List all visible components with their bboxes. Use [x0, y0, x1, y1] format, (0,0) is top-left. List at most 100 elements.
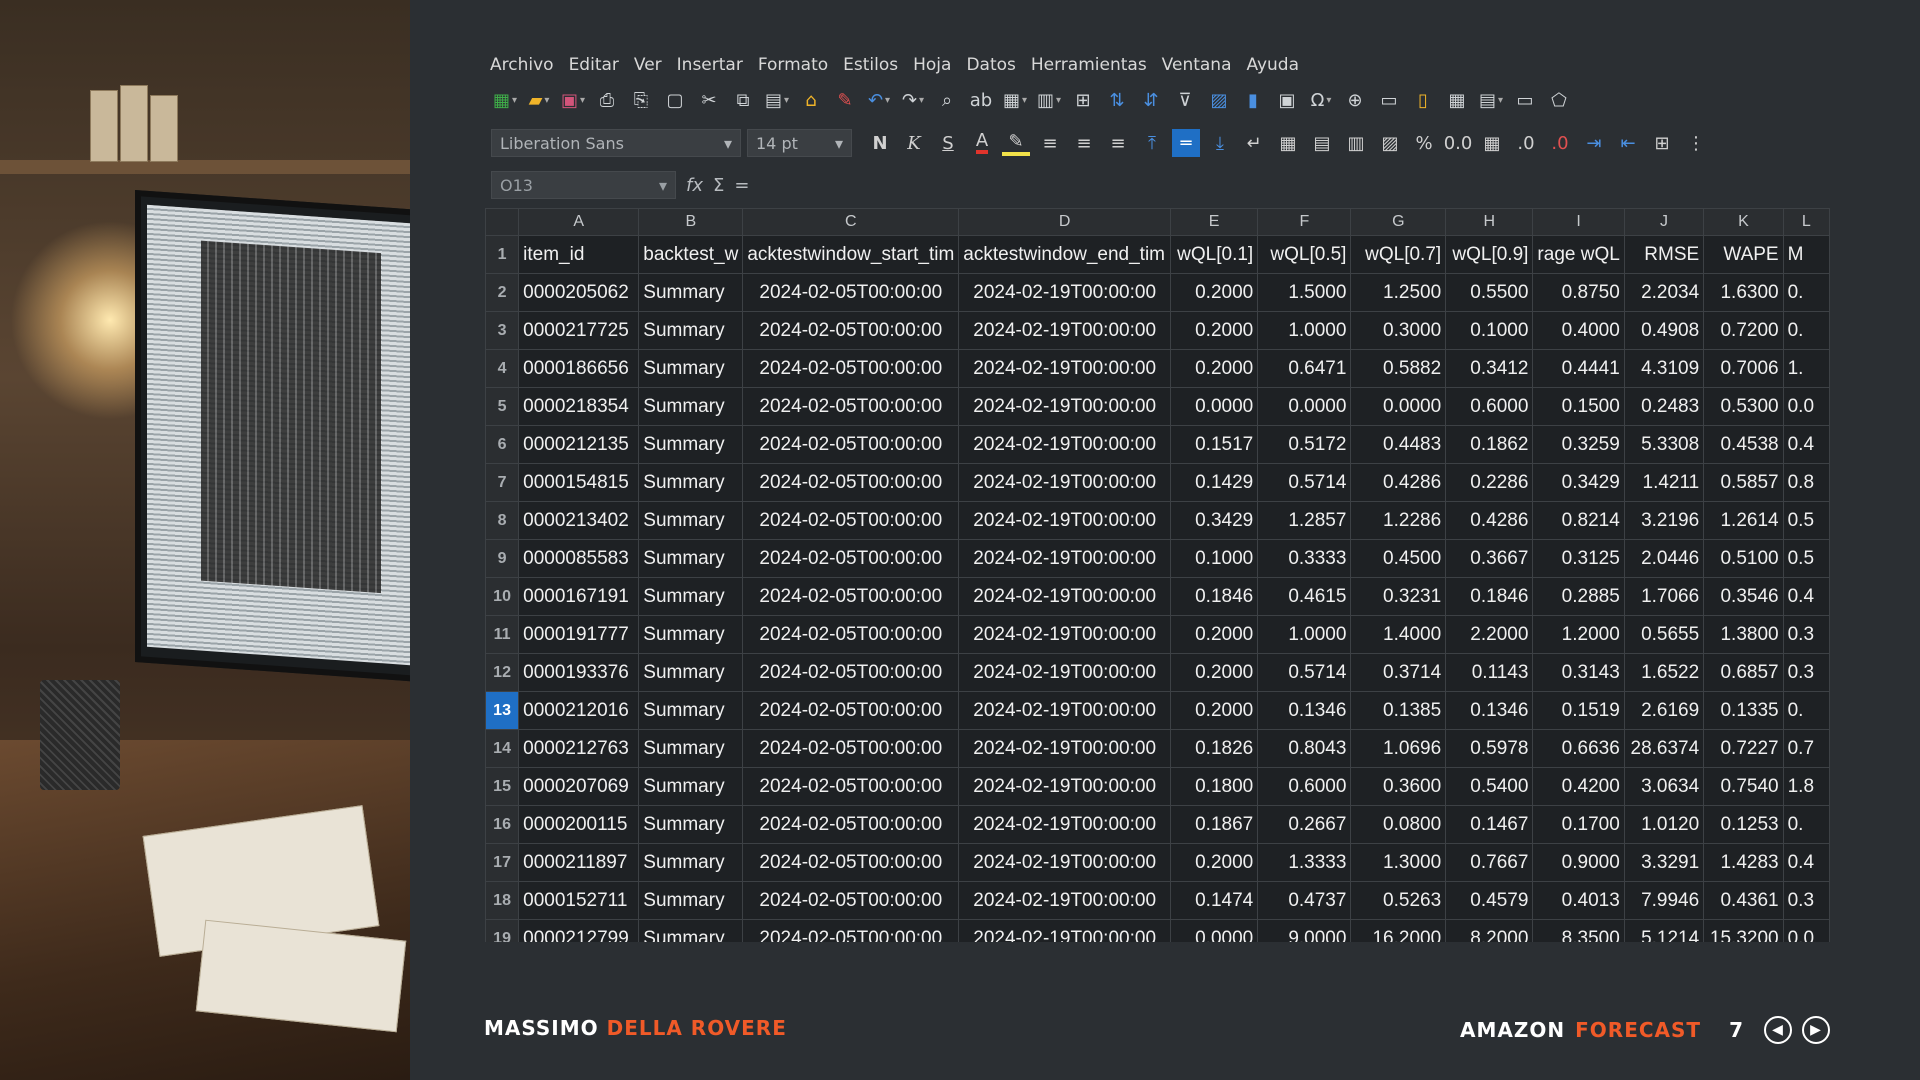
table-cell[interactable]: 2024-02-05T00:00:00 — [742, 311, 960, 350]
table-cell[interactable]: 2024-02-05T00:00:00 — [742, 691, 960, 730]
row-header[interactable]: 13 — [485, 691, 520, 730]
table-cell[interactable]: 0.4200 — [1532, 767, 1625, 806]
table-cell[interactable]: 0.3231 — [1350, 577, 1447, 616]
table-cell[interactable]: 0.2000 — [1169, 843, 1259, 882]
table-cell[interactable]: 0.3412 — [1445, 349, 1534, 388]
function-wizard-icon[interactable]: fx — [686, 175, 703, 196]
table-cell[interactable]: 0.1335 — [1703, 691, 1784, 730]
table-cell[interactable]: 3.2196 — [1623, 501, 1705, 540]
table-cell[interactable]: 2024-02-19T00:00:00 — [958, 805, 1171, 844]
table-cell[interactable]: 0.2000 — [1169, 615, 1259, 654]
unmerge-cells-icon[interactable]: ▥ — [1342, 129, 1370, 157]
menu-item-ventana[interactable]: Ventana — [1157, 55, 1242, 75]
table-cell[interactable]: 0.5100 — [1703, 539, 1784, 578]
table-cell[interactable]: 0.4908 — [1623, 311, 1705, 350]
row-icon[interactable]: ▦ — [1001, 86, 1029, 114]
table-cell[interactable]: 0.3429 — [1532, 463, 1625, 502]
decrease-indent-icon[interactable]: ⇤ — [1614, 129, 1642, 157]
table-cell[interactable]: 0.1000 — [1169, 539, 1259, 578]
row-header[interactable]: 2 — [485, 273, 520, 312]
table-cell[interactable]: 0.0 — [1782, 387, 1830, 426]
table-cell[interactable]: 1.0120 — [1623, 805, 1705, 844]
column-header[interactable]: K — [1703, 208, 1784, 236]
row-header[interactable]: 18 — [485, 881, 520, 920]
row-header[interactable]: 16 — [485, 805, 520, 844]
table-cell[interactable]: 2024-02-19T00:00:00 — [958, 425, 1171, 464]
table-cell[interactable]: WAPE — [1703, 235, 1784, 274]
table-cell[interactable]: 0.2286 — [1445, 463, 1534, 502]
table-cell[interactable]: 0.7006 — [1703, 349, 1784, 388]
table-cell[interactable]: Summary — [638, 843, 744, 882]
table-cell[interactable]: 0.1429 — [1169, 463, 1259, 502]
menu-item-insertar[interactable]: Insertar — [672, 55, 753, 75]
table-cell[interactable]: 2024-02-19T00:00:00 — [958, 653, 1171, 692]
table-cell[interactable]: 0.0 — [1782, 919, 1830, 942]
table-cell[interactable]: 0.3 — [1782, 653, 1830, 692]
align-top-icon[interactable]: ⤒ — [1138, 129, 1166, 157]
table-cell[interactable]: 2024-02-19T00:00:00 — [958, 349, 1171, 388]
table-cell[interactable]: 0.6471 — [1257, 349, 1352, 388]
table-cell[interactable]: 3.3291 — [1623, 843, 1705, 882]
table-cell[interactable]: 0.3333 — [1257, 539, 1352, 578]
spellcheck-icon[interactable]: ab — [967, 86, 995, 114]
table-cell[interactable]: 5.3308 — [1623, 425, 1705, 464]
underline-button[interactable]: S — [934, 129, 962, 157]
table-cell[interactable]: 2024-02-05T00:00:00 — [742, 767, 960, 806]
date-format-icon[interactable]: ▦ — [1478, 129, 1506, 157]
table-cell[interactable]: 0.7540 — [1703, 767, 1784, 806]
toolbar-overflow-icon[interactable]: ⋮ — [1682, 129, 1710, 157]
table-cell[interactable]: 0.1253 — [1703, 805, 1784, 844]
table-cell[interactable]: 0.5263 — [1350, 881, 1447, 920]
menu-item-formato[interactable]: Formato — [753, 55, 838, 75]
column-header[interactable]: G — [1350, 208, 1447, 236]
row-header[interactable]: 5 — [485, 387, 520, 426]
table-cell[interactable]: 2024-02-19T00:00:00 — [958, 311, 1171, 350]
row-header[interactable]: 17 — [485, 843, 520, 882]
table-cell[interactable]: 0.1346 — [1445, 691, 1534, 730]
table-cell[interactable]: 0.0000 — [1169, 919, 1259, 942]
table-cell[interactable]: 0.2483 — [1623, 387, 1705, 426]
table-cell[interactable]: 2024-02-05T00:00:00 — [742, 615, 960, 654]
row-header[interactable]: 7 — [485, 463, 520, 502]
table-cell[interactable]: 0.4 — [1782, 425, 1830, 464]
table-cell[interactable]: 2024-02-05T00:00:00 — [742, 805, 960, 844]
align-center-icon[interactable]: ≡ — [1070, 129, 1098, 157]
table-cell[interactable]: 0. — [1782, 691, 1830, 730]
table-cell[interactable]: 0.1800 — [1169, 767, 1259, 806]
table-cell[interactable]: Summary — [638, 311, 744, 350]
insert-image-icon[interactable]: ▨ — [1205, 86, 1233, 114]
table-cell[interactable]: 8.2000 — [1445, 919, 1534, 942]
table-cell[interactable]: 0.1500 — [1532, 387, 1625, 426]
table-cell[interactable]: 0000211897 — [518, 843, 640, 882]
table-cell[interactable]: 0000186656 — [518, 349, 640, 388]
increase-indent-icon[interactable]: ⇥ — [1580, 129, 1608, 157]
menu-item-archivo[interactable]: Archivo — [485, 55, 564, 75]
table-cell[interactable]: 2024-02-19T00:00:00 — [958, 615, 1171, 654]
font-size-select[interactable]: 14 pt ▾ — [747, 129, 852, 157]
table-cell[interactable]: 2024-02-05T00:00:00 — [742, 729, 960, 768]
table-cell[interactable]: 0.0800 — [1350, 805, 1447, 844]
table-cell[interactable]: 0. — [1782, 311, 1830, 350]
save-icon[interactable]: ▣ — [559, 86, 587, 114]
table-cell[interactable]: 0000152711 — [518, 881, 640, 920]
column-header[interactable]: E — [1169, 208, 1259, 236]
table-cell[interactable]: 0.0000 — [1350, 387, 1447, 426]
table-cell[interactable]: 0.5714 — [1257, 653, 1352, 692]
cut-icon[interactable]: ✂ — [695, 86, 723, 114]
table-cell[interactable]: 28.6374 — [1623, 729, 1705, 768]
table-cell[interactable]: 0.8043 — [1257, 729, 1352, 768]
table-cell[interactable]: 1. — [1782, 349, 1830, 388]
pivot-table-icon[interactable]: ▣ — [1273, 86, 1301, 114]
table-cell[interactable]: wQL[0.5] — [1257, 235, 1352, 274]
column-icon[interactable]: ▥ — [1035, 86, 1063, 114]
undo-icon[interactable]: ↶ — [865, 86, 893, 114]
table-cell[interactable]: 0.7667 — [1445, 843, 1534, 882]
table-cell[interactable]: 0000085583 — [518, 539, 640, 578]
table-cell[interactable]: 2024-02-05T00:00:00 — [742, 653, 960, 692]
table-cell[interactable]: 1.3800 — [1703, 615, 1784, 654]
table-cell[interactable]: 2024-02-19T00:00:00 — [958, 729, 1171, 768]
table-cell[interactable]: 0.2000 — [1169, 653, 1259, 692]
clone-formatting-icon[interactable]: ⌂ — [797, 86, 825, 114]
table-cell[interactable]: Summary — [638, 387, 744, 426]
table-cell[interactable]: Summary — [638, 615, 744, 654]
